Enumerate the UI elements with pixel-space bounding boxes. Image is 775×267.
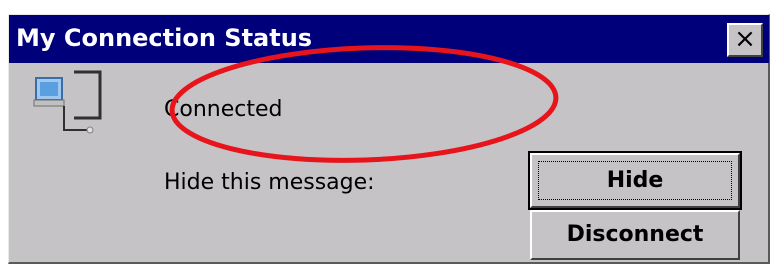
connection-status-text: Connected: [164, 97, 283, 122]
disconnect-button-label: Disconnect: [566, 222, 704, 247]
hide-message-label: Hide this message:: [164, 170, 375, 195]
close-icon: ×: [734, 24, 756, 54]
hide-button[interactable]: Hide: [528, 151, 742, 210]
close-button[interactable]: ×: [727, 23, 763, 57]
disconnect-button[interactable]: Disconnect: [530, 210, 740, 260]
network-connection-icon: [33, 70, 102, 134]
focus-rectangle: [538, 161, 732, 200]
window-title: My Connection Status: [16, 24, 313, 52]
title-bar[interactable]: My Connection Status ×: [9, 15, 769, 63]
